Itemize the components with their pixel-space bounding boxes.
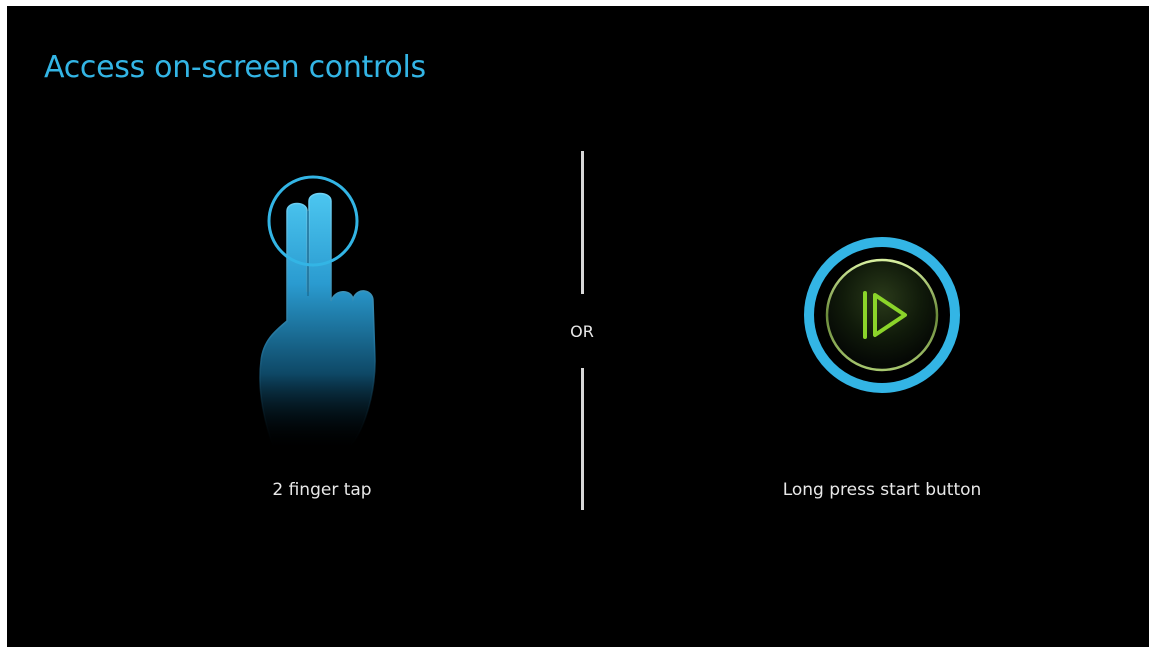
or-label: OR (570, 322, 594, 341)
page-title: Access on-screen controls (44, 50, 426, 85)
divider-line-top (581, 151, 584, 294)
two-finger-tap-caption: 2 finger tap (272, 480, 372, 500)
screen: Access on-screen controls 2 finger tap O… (7, 6, 1149, 647)
divider-line-bottom (581, 368, 584, 510)
two-finger-tap-hand-icon (259, 175, 376, 451)
long-press-start-caption: Long press start button (782, 480, 982, 500)
start-button[interactable] (802, 235, 962, 395)
